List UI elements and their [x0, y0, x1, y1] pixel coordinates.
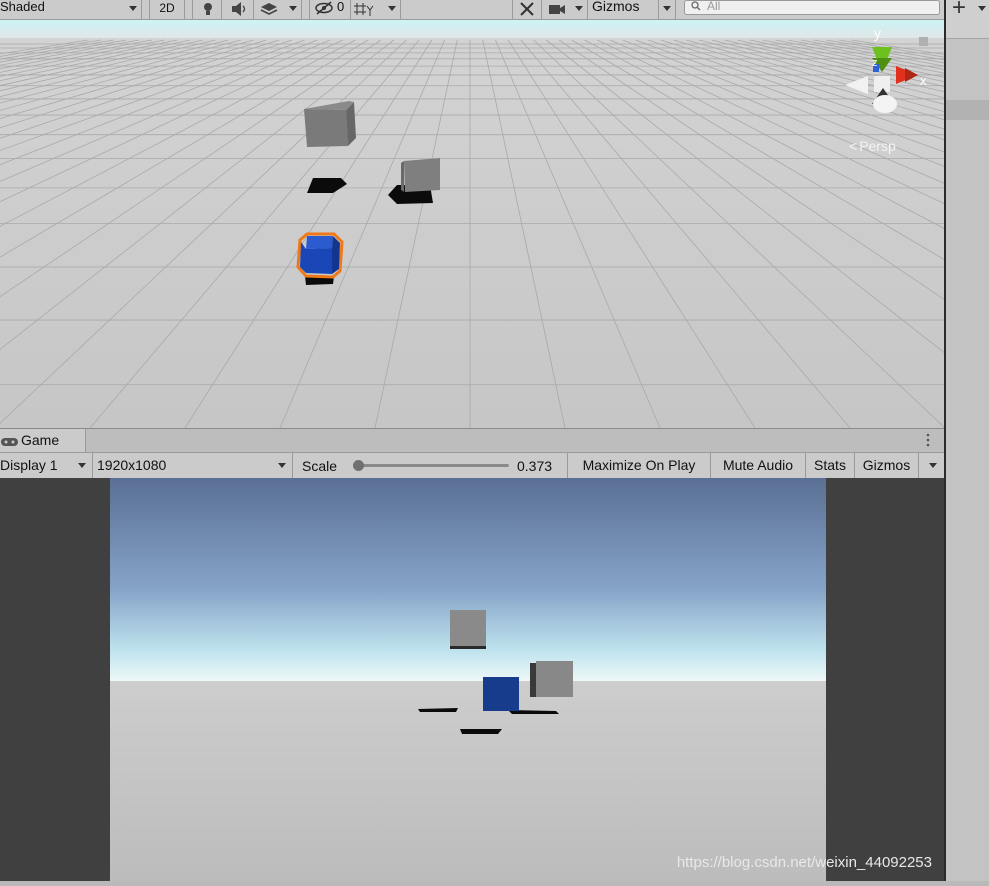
lighting-toggle-button[interactable]: [192, 0, 222, 19]
axis-neg-y-cone[interactable]: [873, 95, 897, 113]
game-controls-bar: Display 1 1920x1080 Scale 0.373 Maximize…: [0, 452, 944, 479]
chevron-down-icon: [278, 463, 286, 468]
maximize-on-play-label: Maximize On Play: [582, 457, 696, 473]
projection-label[interactable]: < Persp: [849, 138, 896, 154]
right-panel-header: +: [946, 0, 989, 39]
chevron-down-icon: [663, 6, 671, 11]
scene-fx-button[interactable]: [512, 0, 542, 19]
tab-game[interactable]: Game: [0, 429, 86, 453]
stats-toggle[interactable]: Stats: [806, 453, 855, 478]
bottom-status-bar: [0, 881, 989, 886]
hidden-objects-count: 0: [337, 0, 345, 14]
divider: [658, 0, 659, 19]
add-button[interactable]: +: [952, 0, 966, 22]
letterbox-left: [0, 478, 110, 881]
gray-cube[interactable]: [401, 158, 440, 192]
cube-shadow: [460, 729, 502, 734]
resolution-dropdown[interactable]: 1920x1080: [93, 453, 293, 478]
scale-label: Scale: [302, 458, 338, 474]
selected-row-highlight[interactable]: [946, 100, 989, 120]
scale-control: Scale 0.373: [293, 453, 568, 478]
more-options-icon[interactable]: [925, 433, 931, 447]
chevron-down-icon: [129, 6, 137, 11]
eye-slash-icon: [315, 1, 333, 15]
tools-icon: [520, 2, 534, 16]
game-canvas: [0, 478, 944, 881]
display-label: Display 1: [0, 457, 58, 473]
blue-cube[interactable]: [483, 677, 519, 711]
axis-y-label: y: [874, 25, 881, 41]
mute-audio-label: Mute Audio: [722, 457, 794, 473]
display-dropdown[interactable]: Display 1: [0, 453, 93, 478]
letterbox-right: [826, 478, 944, 881]
lightbulb-icon: [204, 3, 212, 15]
scale-slider-track[interactable]: [353, 460, 509, 471]
game-floor: [110, 681, 826, 881]
search-icon: [691, 1, 701, 11]
gray-cube[interactable]: [304, 101, 356, 147]
maximize-on-play-toggle[interactable]: Maximize On Play: [568, 453, 711, 478]
lock-icon[interactable]: [919, 37, 928, 46]
effects-dropdown[interactable]: [254, 0, 302, 19]
game-view[interactable]: https://blog.csdn.net/weixin_44092253: [0, 478, 944, 881]
game-tab-bar: Game: [0, 428, 944, 453]
watermark-text: https://blog.csdn.net/weixin_44092253: [676, 854, 932, 871]
chevron-down-icon: [289, 6, 297, 11]
right-side-panel: +: [944, 0, 989, 886]
tab-game-label: Game: [21, 432, 60, 448]
chevron-down-icon: [575, 6, 583, 11]
game-sky: [110, 478, 826, 681]
scene-canvas: y x z < Persp: [0, 20, 944, 428]
stats-label: Stats: [814, 457, 846, 473]
camera-settings-dropdown[interactable]: [542, 0, 588, 19]
persp-text: Persp: [859, 138, 896, 154]
game-gizmos-toggle[interactable]: Gizmos: [855, 453, 919, 478]
axis-x-label: x: [920, 73, 927, 88]
shading-mode-label: Shaded: [0, 0, 45, 14]
persp-chevron-icon: <: [849, 138, 857, 154]
search-placeholder: All: [707, 0, 721, 13]
speaker-icon: [232, 2, 246, 16]
scale-value: 0.373: [517, 458, 553, 474]
scene-floor: [0, 38, 944, 428]
2d-toggle-label: 2D: [159, 1, 175, 15]
hidden-objects-button[interactable]: 0: [309, 0, 351, 19]
2d-toggle-button[interactable]: 2D: [149, 0, 185, 19]
game-gizmos-label: Gizmos: [862, 457, 911, 473]
gray-cube[interactable]: [530, 661, 573, 697]
layers-icon: [260, 3, 278, 15]
gamepad-icon: [1, 438, 18, 446]
shading-mode-dropdown[interactable]: Shaded: [0, 0, 142, 19]
search-input[interactable]: All: [684, 0, 940, 15]
chevron-down-icon: [78, 463, 86, 468]
gray-cube[interactable]: [450, 610, 486, 649]
mute-audio-toggle[interactable]: Mute Audio: [711, 453, 806, 478]
audio-toggle-button[interactable]: [222, 0, 254, 19]
axis-z-label: z: [872, 57, 878, 69]
chevron-down-icon: [929, 463, 937, 468]
scale-slider-thumb[interactable]: [353, 460, 365, 471]
scene-gizmos-label: Gizmos: [592, 0, 640, 14]
resolution-label: 1920x1080: [97, 457, 167, 473]
camera-icon: [549, 5, 565, 14]
chevron-down-icon[interactable]: [978, 6, 986, 11]
chevron-down-icon: [388, 6, 396, 11]
grid-snapping-dropdown[interactable]: [351, 0, 401, 19]
grid-snap-icon: [354, 3, 374, 16]
scene-view[interactable]: y x z < Persp: [0, 20, 944, 428]
scene-gizmos-dropdown[interactable]: Gizmos: [588, 0, 676, 19]
game-gizmos-dropdown[interactable]: [919, 453, 944, 478]
